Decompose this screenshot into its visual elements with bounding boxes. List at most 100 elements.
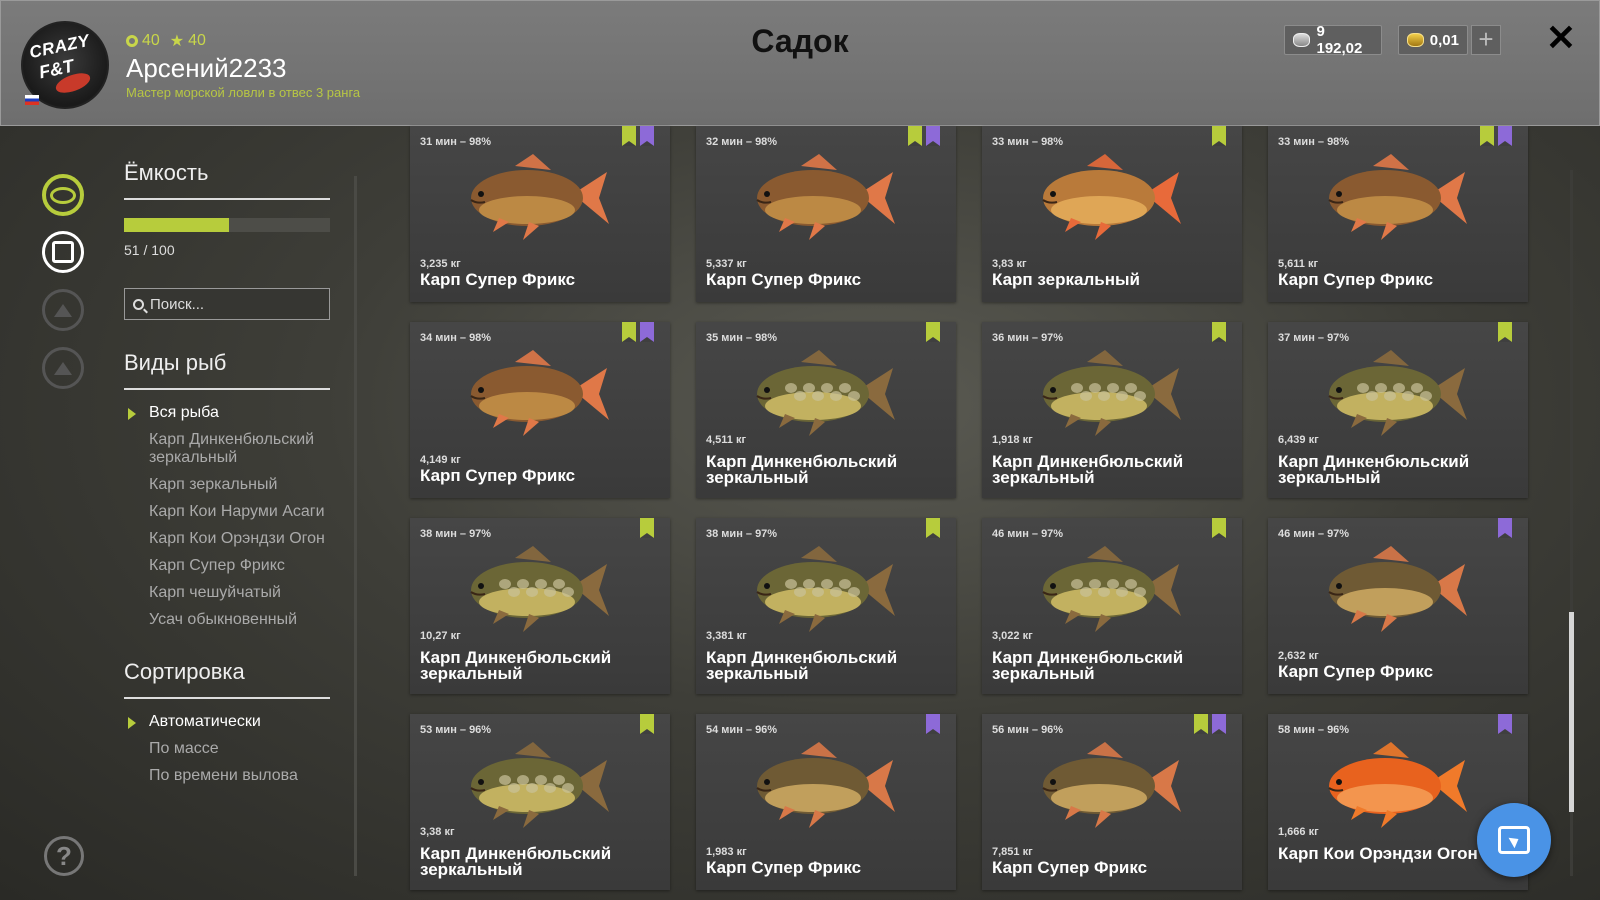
purple-bookmark-icon[interactable] <box>926 126 940 146</box>
catch-time: 32 мин – 98% <box>706 136 778 148</box>
cursor-icon <box>1498 826 1530 854</box>
green-bookmark-icon[interactable] <box>1498 322 1512 342</box>
silver-balance: 9 192,02 <box>1284 23 1382 57</box>
boat-icon[interactable] <box>42 289 84 331</box>
green-bookmark-icon[interactable] <box>622 322 636 342</box>
fish-card[interactable]: 38 мин – 97% 3,381 кг Карп Динкенбюльский… <box>696 518 956 694</box>
purple-bookmark-icon[interactable] <box>640 126 654 146</box>
species-item[interactable]: Карп зеркальный <box>124 476 330 494</box>
house-icon[interactable] <box>42 347 84 389</box>
fish-weight: 5,611 кг <box>1278 258 1319 270</box>
catch-time: 38 мин – 97% <box>420 528 492 540</box>
purple-bookmark-icon[interactable] <box>1498 126 1512 146</box>
catch-time: 36 мин – 97% <box>992 332 1064 344</box>
card-marks <box>926 518 940 538</box>
fish-icon[interactable] <box>42 174 84 216</box>
card-marks <box>1480 126 1512 146</box>
card-marks <box>1212 322 1226 342</box>
fish-weight: 1,983 кг <box>706 846 747 858</box>
purple-bookmark-icon[interactable] <box>926 714 940 734</box>
fish-weight: 3,235 кг <box>420 258 461 270</box>
sort-option[interactable]: Автоматически <box>124 713 330 731</box>
close-button[interactable]: ✕ <box>1544 20 1578 57</box>
sort-option[interactable]: По времени вылова <box>124 767 330 785</box>
green-bookmark-icon[interactable] <box>1212 126 1226 146</box>
fish-card[interactable]: 46 мин – 97% 2,632 кг Карп Супер Фрикс <box>1268 518 1528 694</box>
purple-bookmark-icon[interactable] <box>1498 714 1512 734</box>
silver-amount: 9 192,02 <box>1316 23 1363 57</box>
purple-bookmark-icon[interactable] <box>1498 518 1512 538</box>
species-item[interactable]: Карп Кои Наруми Асаги <box>124 503 330 521</box>
fish-card[interactable]: 46 мин – 97% 3,022 кг Карп Динкенбюльский… <box>982 518 1242 694</box>
card-marks <box>1212 518 1226 538</box>
fish-weight: 1,918 кг <box>992 434 1033 446</box>
fish-weight: 5,337 кг <box>706 258 747 270</box>
fish-name: Карп Динкенбюльский зеркальный <box>706 452 898 487</box>
green-bookmark-icon[interactable] <box>926 518 940 538</box>
green-bookmark-icon[interactable] <box>622 126 636 146</box>
fish-name: Карп Супер Фрикс <box>1278 662 1434 681</box>
green-bookmark-icon[interactable] <box>640 714 654 734</box>
fish-card[interactable]: 34 мин – 98% 4,149 кг Карп Супер Фрикс <box>410 322 670 498</box>
fish-card[interactable]: 31 мин – 98% 3,235 кг Карп Супер Фрикс <box>410 126 670 302</box>
species-item[interactable]: Усач обыкновенный <box>124 611 330 629</box>
green-bookmark-icon[interactable] <box>926 322 940 342</box>
fish-weight: 3,38 кг <box>420 826 455 838</box>
fish-card[interactable]: 37 мин – 97% 6,439 кг Карп Динкенбюльский… <box>1268 322 1528 498</box>
green-bookmark-icon[interactable] <box>908 126 922 146</box>
green-bookmark-icon[interactable] <box>640 518 654 538</box>
card-marks <box>1212 126 1226 146</box>
fish-card[interactable]: 38 мин – 97% 10,27 кг Карп Динкенбюльский… <box>410 518 670 694</box>
fish-card[interactable]: 33 мин – 98% 5,611 кг Карп Супер Фрикс <box>1268 126 1528 302</box>
fish-weight: 10,27 кг <box>420 630 461 642</box>
fish-name: Карп Супер Фрикс <box>1278 270 1434 289</box>
fish-weight: 3,381 кг <box>706 630 747 642</box>
fish-weight: 7,851 кг <box>992 846 1033 858</box>
capacity-bar <box>124 218 330 232</box>
card-marks <box>1498 518 1512 538</box>
green-bookmark-icon[interactable] <box>1194 714 1208 734</box>
card-marks <box>908 126 940 146</box>
fish-card[interactable]: 53 мин – 96% 3,38 кг Карп Динкенбюльский … <box>410 714 670 890</box>
species-item[interactable]: Карп чешуйчатый <box>124 584 330 602</box>
species-item[interactable]: Карп Супер Фрикс <box>124 557 330 575</box>
search-placeholder: Поиск... <box>150 295 205 313</box>
fish-card[interactable]: 54 мин – 96% 1,983 кг Карп Супер Фрикс <box>696 714 956 890</box>
catch-time: 35 мин – 98% <box>706 332 778 344</box>
grid-scrollbar-thumb[interactable] <box>1569 612 1574 812</box>
fish-card[interactable]: 32 мин – 98% 5,337 кг Карп Супер Фрикс <box>696 126 956 302</box>
keepnet-icon[interactable] <box>42 231 84 273</box>
purple-bookmark-icon[interactable] <box>640 322 654 342</box>
fish-card[interactable]: 33 мин – 98% 3,83 кг Карп зеркальный <box>982 126 1242 302</box>
purple-bookmark-icon[interactable] <box>1212 714 1226 734</box>
green-bookmark-icon[interactable] <box>1212 322 1226 342</box>
green-bookmark-icon[interactable] <box>1212 518 1226 538</box>
sort-list: Автоматически По массе По времени вылова <box>124 713 330 785</box>
capacity-text: 51 / 100 <box>124 242 175 258</box>
fish-name: Карп зеркальный <box>992 270 1140 289</box>
species-item[interactable]: Вся рыба <box>124 404 330 422</box>
help-icon[interactable]: ? <box>44 836 84 876</box>
silver-coin-icon <box>1293 33 1311 47</box>
sort-option[interactable]: По массе <box>124 740 330 758</box>
card-marks <box>640 714 654 734</box>
card-marks <box>926 714 940 734</box>
fish-card[interactable]: 36 мин – 97% 1,918 кг Карп Динкенбюльский… <box>982 322 1242 498</box>
gold-amount: 0,01 <box>1429 31 1459 49</box>
search-input[interactable]: Поиск... <box>124 288 330 320</box>
catch-time: 58 мин – 96% <box>1278 724 1350 736</box>
panel-scrollbar[interactable] <box>354 176 357 876</box>
catch-time: 33 мин – 98% <box>992 136 1064 148</box>
species-item[interactable]: Карп Динкенбюльский зеркальный <box>124 431 330 467</box>
species-item[interactable]: Карп Кои Орэндзи Огон <box>124 530 330 548</box>
fish-name: Карп Динкенбюльский зеркальный <box>992 452 1184 487</box>
add-currency-button[interactable]: + <box>1471 25 1501 55</box>
catch-time: 38 мин – 97% <box>706 528 778 540</box>
green-bookmark-icon[interactable] <box>1480 126 1494 146</box>
fish-card[interactable]: 35 мин – 98% 4,511 кг Карп Динкенбюльский… <box>696 322 956 498</box>
card-marks <box>1498 714 1512 734</box>
fish-name: Карп Динкенбюльский зеркальный <box>1278 452 1470 487</box>
fish-card[interactable]: 56 мин – 96% 7,851 кг Карп Супер Фрикс <box>982 714 1242 890</box>
catch-time: 53 мин – 96% <box>420 724 492 736</box>
cursor-mode-button[interactable] <box>1477 803 1551 877</box>
